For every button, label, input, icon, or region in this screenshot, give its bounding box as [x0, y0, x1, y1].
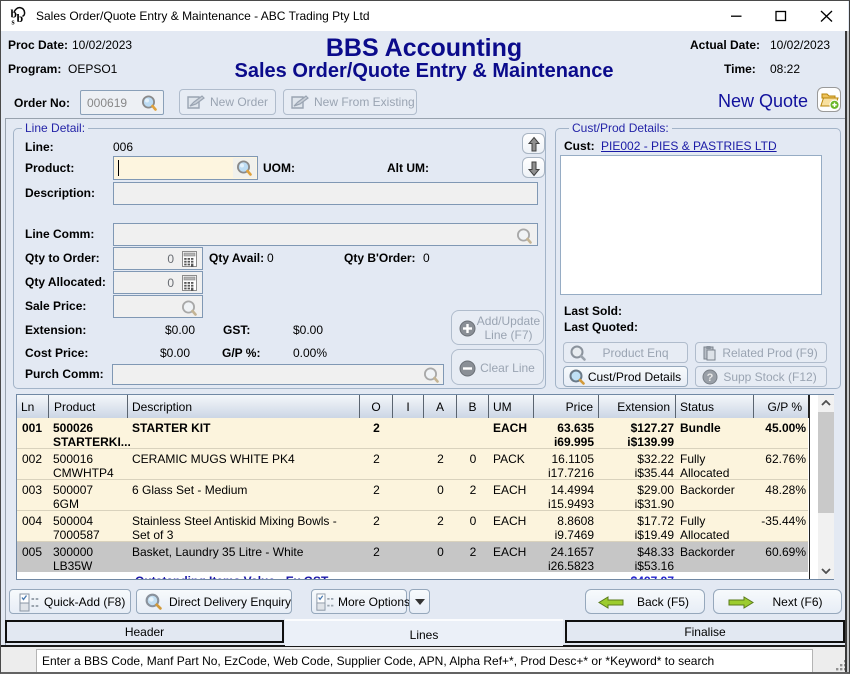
svg-text:b: b: [17, 11, 24, 25]
svg-text:s: s: [12, 18, 15, 27]
svg-text:?: ?: [707, 372, 714, 384]
